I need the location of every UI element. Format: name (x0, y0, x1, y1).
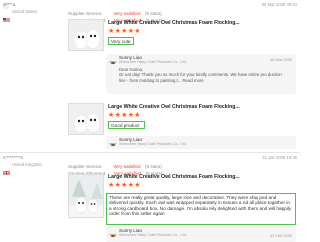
seller-avatar (109, 138, 117, 146)
review-text: Good product (108, 121, 145, 129)
seller-reply: Sunny Liao Shenzhen Hairy Craft Products… (106, 54, 296, 94)
seller-avatar (109, 56, 117, 64)
review-divider (0, 152, 300, 153)
product-thumbnail[interactable] (68, 19, 104, 51)
review-text: Very cute (108, 37, 134, 45)
reviewer-name: C********s (3, 155, 23, 160)
country-row: United Kingdom (2, 162, 42, 176)
seller-store: Shenzhen Hairy Craft Products Co., Ltd. (119, 60, 187, 64)
uk-flag-icon (2, 162, 11, 176)
product-title[interactable]: Large White Creative Owl Christmas Foam … (108, 20, 258, 26)
reply-text: Dear Karina, Gr ear day! Thank you so mu… (119, 67, 282, 83)
seller-avatar (109, 229, 117, 237)
reviewer-country: United States (12, 9, 38, 14)
star-rating: ★★★★★ (108, 28, 141, 35)
review-date: 31 Jan 2026 16:36 (262, 155, 297, 160)
reviewer-country: United Kingdom (12, 162, 42, 167)
seller-reply: Sunny Liao Shenzhen Hairy Craft Products… (106, 227, 296, 242)
seller-reply: Sunny Liao Shenzhen Hairy Craft Products… (106, 136, 296, 149)
reply-date: 01 Feb 2026 (270, 233, 292, 238)
review-text: These are really great quality, large si… (106, 193, 296, 225)
reply-date: 06 Mar 2026 (270, 57, 292, 62)
review-date: 06 Mar 2026 09:23 (261, 2, 297, 7)
product-title[interactable]: Large White Creative Owl Christmas Foam … (108, 104, 258, 110)
product-thumbnail[interactable] (68, 174, 104, 218)
reviewer-name: d****a (3, 2, 16, 7)
star-rating: ★★★★★ (108, 112, 141, 119)
us-flag-icon (3, 9, 10, 23)
star-rating: ★★★★★ (108, 182, 141, 189)
seller-store: Shenzhen Hairy Craft Products Co., Ltd. (119, 233, 187, 237)
product-thumbnail[interactable] (68, 103, 104, 135)
seller-store: Shenzhen Hairy Craft Products Co., Ltd. (119, 142, 187, 146)
product-title[interactable]: Large White Creative Owl Christmas Foam … (108, 174, 258, 180)
country-row: United States (3, 9, 38, 23)
